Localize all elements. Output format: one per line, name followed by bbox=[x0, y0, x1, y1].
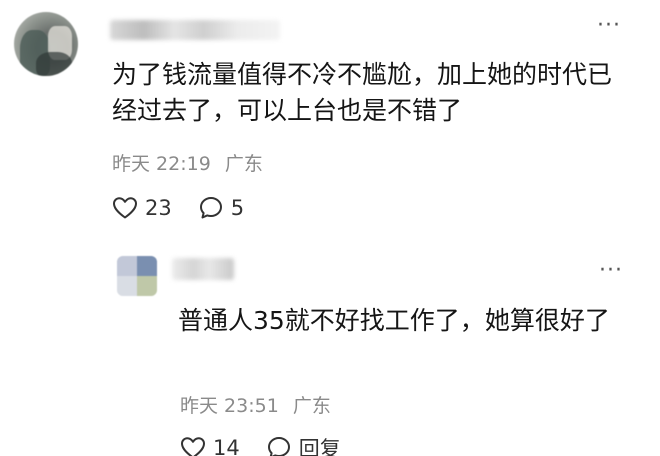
comment-text: 为了钱流量值得不冷不尴尬，加上她的时代已经过去了，可以上台也是不错了 bbox=[112, 60, 613, 125]
reply-avatar[interactable] bbox=[117, 256, 157, 296]
reply-actions: 14 回复 bbox=[180, 433, 341, 456]
reply-like-button[interactable]: 14 bbox=[180, 436, 240, 456]
comment-thread: ··· 为了钱流量值得不冷不尴尬，加上她的时代已经过去了，可以上台也是不错了 昨… bbox=[0, 0, 660, 456]
reply-label: 回复 bbox=[298, 437, 341, 456]
comment-bubble-icon bbox=[267, 437, 290, 456]
like-button[interactable]: 23 bbox=[112, 196, 172, 220]
comment-actions: 23 5 bbox=[112, 193, 244, 223]
reply-meta: 昨天 23:51 广东 bbox=[180, 391, 331, 418]
comment-location: 广东 bbox=[224, 153, 263, 175]
comment-bubble-icon bbox=[199, 197, 222, 219]
reply-username-blurred[interactable] bbox=[172, 258, 234, 280]
heart-icon bbox=[113, 197, 137, 219]
avatar[interactable] bbox=[14, 12, 78, 76]
reply-location: 广东 bbox=[292, 395, 331, 417]
reply-more-options-icon[interactable]: ··· bbox=[599, 260, 623, 282]
username-blurred[interactable] bbox=[110, 20, 280, 40]
reply-count: 5 bbox=[230, 196, 245, 220]
reply-text: 普通人35就不好找工作了，她算很好了 bbox=[178, 306, 610, 335]
heart-icon bbox=[181, 437, 205, 456]
reply-button[interactable]: 回复 bbox=[266, 433, 341, 456]
comment-time: 昨天 22:19 bbox=[112, 153, 211, 175]
reply-like-count: 14 bbox=[213, 436, 240, 456]
comment-meta: 昨天 22:19 广东 bbox=[112, 149, 263, 176]
more-options-icon[interactable]: ··· bbox=[597, 15, 621, 37]
like-count: 23 bbox=[145, 196, 172, 220]
reply-time: 昨天 23:51 bbox=[180, 395, 279, 417]
reply-count-button[interactable]: 5 bbox=[198, 195, 244, 221]
